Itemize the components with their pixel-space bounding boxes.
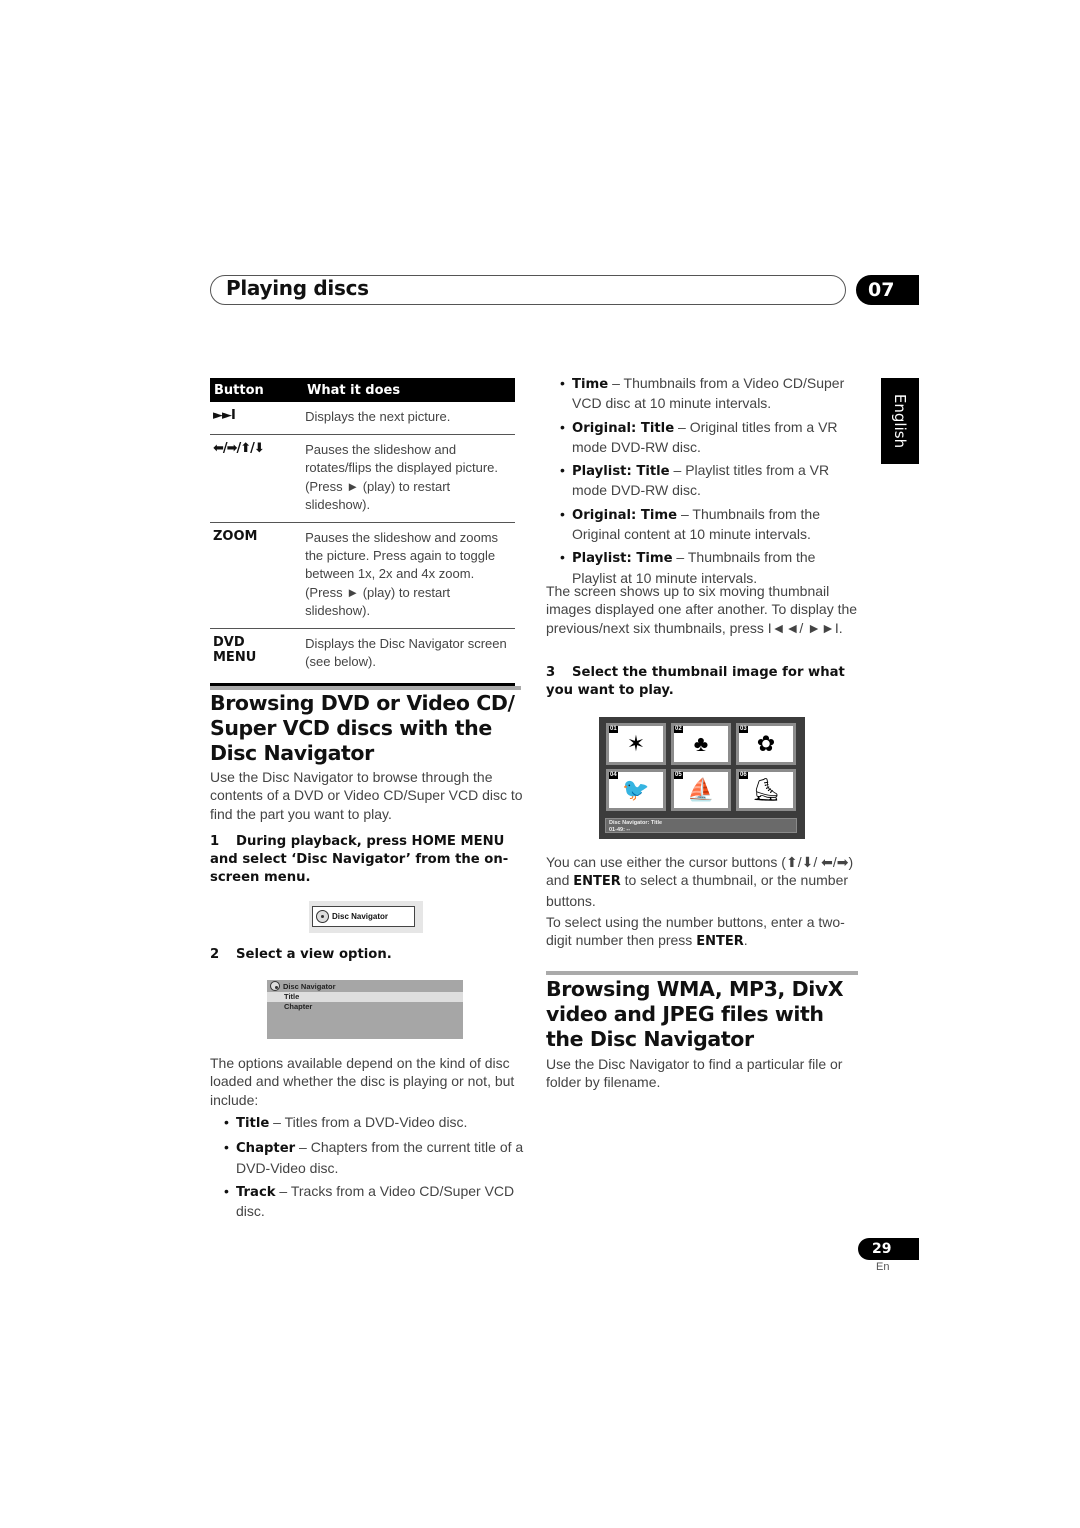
chapter-title: Playing discs bbox=[226, 276, 369, 300]
thumbnail-04: 04 🐦 bbox=[606, 769, 666, 811]
enter-key-label: ENTER bbox=[696, 934, 744, 950]
thumbnail-number: 04 bbox=[609, 772, 618, 779]
view-menu-title-text: Disc Navigator bbox=[283, 981, 336, 991]
option-term: Track bbox=[236, 1184, 276, 1200]
disc-navigator-menu-illustration: Disc Navigator bbox=[309, 901, 423, 933]
page-number: 29 bbox=[858, 1238, 919, 1260]
view-menu-title: Disc Navigator bbox=[267, 980, 463, 992]
step-text: During playback, press HOME MENU and sel… bbox=[210, 834, 509, 886]
table-row: ⬅/➡/⬆/⬇ Pauses the slideshow and rotates… bbox=[210, 435, 515, 524]
row-button: ZOOM bbox=[213, 529, 258, 545]
option-term: Original: Time bbox=[572, 507, 678, 523]
header-what-it-does: What it does bbox=[307, 382, 401, 398]
thumbnail-05: 05 ⛵ bbox=[671, 769, 731, 811]
list-item: Title – Titles from a DVD-Video disc. bbox=[210, 1113, 525, 1133]
table-row: DVD MENU Displays the Disc Navigator scr… bbox=[210, 629, 515, 687]
option-term: Time bbox=[572, 377, 609, 392]
table-row: ►►I Displays the next picture. bbox=[210, 402, 515, 436]
button-function-table: Button What it does ►►I Displays the nex… bbox=[210, 378, 515, 687]
options-list-right: Time – Thumbnails from a Video CD/Super … bbox=[546, 374, 861, 592]
number-paragraph: To select using the number buttons, ente… bbox=[546, 913, 861, 952]
thumbnail-number: 03 bbox=[739, 726, 748, 733]
list-item: Time – Thumbnails from a Video CD/Super … bbox=[546, 374, 861, 413]
language-tab-label: English bbox=[891, 393, 909, 449]
option-desc: – Tracks from a Video CD/Super VCD disc. bbox=[236, 1182, 515, 1220]
table-header: Button What it does bbox=[210, 378, 515, 402]
options-paragraph: The options available depend on the kind… bbox=[210, 1055, 515, 1108]
list-item: Original: Time – Thumbnails from the Ori… bbox=[546, 505, 861, 544]
option-term: Title bbox=[236, 1116, 270, 1131]
row-button: DVD MENU bbox=[213, 635, 257, 666]
option-term: Original: Title bbox=[572, 420, 675, 436]
next-icon: ►►I bbox=[213, 408, 236, 423]
view-menu-item-chapter: Chapter bbox=[284, 1002, 313, 1011]
cursor-paragraph: You can use either the cursor buttons (⬆… bbox=[546, 853, 861, 910]
view-menu-item-title: Title bbox=[267, 992, 463, 1002]
thumbnail-number: 02 bbox=[674, 726, 683, 733]
step-number: 1 bbox=[210, 834, 220, 849]
thumbnail-number: 05 bbox=[674, 772, 683, 779]
row-description: Pauses the slideshow and zooms the pictu… bbox=[305, 530, 499, 618]
disc-icon bbox=[270, 981, 280, 991]
row-description: Displays the next picture. bbox=[305, 409, 451, 424]
thumbnail-number: 01 bbox=[609, 726, 618, 733]
table-row: ZOOM Pauses the slideshow and zooms the … bbox=[210, 523, 515, 630]
thumbnail-03: 03 ✿ bbox=[736, 723, 796, 765]
thumbnail-number: 06 bbox=[739, 772, 748, 779]
section-intro: Use the Disc Navigator to find a particu… bbox=[546, 1056, 843, 1091]
option-desc: – Thumbnails from a Video CD/Super VCD d… bbox=[572, 375, 845, 412]
row-description: Pauses the slideshow and rotates/flips t… bbox=[305, 442, 499, 512]
option-term: Playlist: Time bbox=[572, 551, 673, 567]
thumbnail-06: 06 ⛸ bbox=[736, 769, 796, 811]
header-button: Button bbox=[214, 382, 264, 398]
screen-paragraph: The screen shows up to six moving thumbn… bbox=[546, 583, 858, 636]
disc-icon bbox=[316, 910, 329, 923]
step-number: 2 bbox=[210, 947, 220, 962]
thumbnail-status-bar: Disc Navigator: Title 01-49: -- bbox=[605, 818, 797, 833]
disc-navigator-label: Disc Navigator bbox=[332, 912, 389, 921]
step-number: 3 bbox=[546, 665, 556, 680]
section-rule bbox=[546, 971, 858, 975]
language-tab: English bbox=[881, 378, 919, 464]
thumbnail-02: 02 ♣ bbox=[671, 723, 731, 765]
arrow-keys-icon: ⬅/➡/⬆/⬇ bbox=[213, 441, 265, 457]
step-2: 2 Select a view option. bbox=[210, 946, 520, 964]
row-description: Displays the Disc Navigator screen (see … bbox=[305, 636, 507, 670]
thumbnail-01: 01 ✶ bbox=[606, 723, 666, 765]
list-item: Track – Tracks from a Video CD/Super VCD… bbox=[210, 1182, 525, 1221]
option-term: Playlist: Title bbox=[572, 464, 670, 480]
list-item: Chapter – Chapters from the current titl… bbox=[210, 1138, 525, 1177]
list-item: Original: Title – Original titles from a… bbox=[546, 418, 861, 457]
list-item: Playlist: Title – Playlist titles from a… bbox=[546, 461, 861, 500]
options-list-left: Title – Titles from a DVD-Video disc. Ch… bbox=[210, 1113, 525, 1225]
step-1: 1 During playback, press HOME MENU and se… bbox=[210, 833, 520, 888]
status-line-2: 01-49: -- bbox=[609, 826, 631, 833]
step-text: Select a view option. bbox=[236, 947, 392, 962]
step-text: Select the thumbnail image for what you … bbox=[546, 665, 845, 699]
section-title: Browsing DVD or Video CD/ Super VCD disc… bbox=[210, 691, 515, 765]
option-desc: – Titles from a DVD-Video disc. bbox=[269, 1114, 468, 1130]
section-rule bbox=[210, 686, 521, 690]
number-text-b: . bbox=[743, 932, 748, 949]
view-option-menu-illustration: Disc Navigator Title Chapter bbox=[267, 980, 463, 1039]
section-title: Browsing WMA, MP3, DivX video and JPEG f… bbox=[546, 977, 844, 1051]
enter-key-label: ENTER bbox=[573, 874, 621, 890]
option-term: Chapter bbox=[236, 1141, 296, 1157]
section-intro: Use the Disc Navigator to browse through… bbox=[210, 769, 523, 822]
disc-navigator-button: Disc Navigator bbox=[312, 906, 415, 927]
disc-navigator-thumbnail-screen: 01 ✶ 02 ♣ 03 ✿ 04 🐦 05 ⛵ 06 ⛸ Disc Navigator: … bbox=[599, 717, 805, 839]
chapter-number: 07 bbox=[856, 275, 919, 305]
page-language: En bbox=[876, 1261, 890, 1273]
step-3: 3 Select the thumbnail image for what you… bbox=[546, 664, 856, 700]
